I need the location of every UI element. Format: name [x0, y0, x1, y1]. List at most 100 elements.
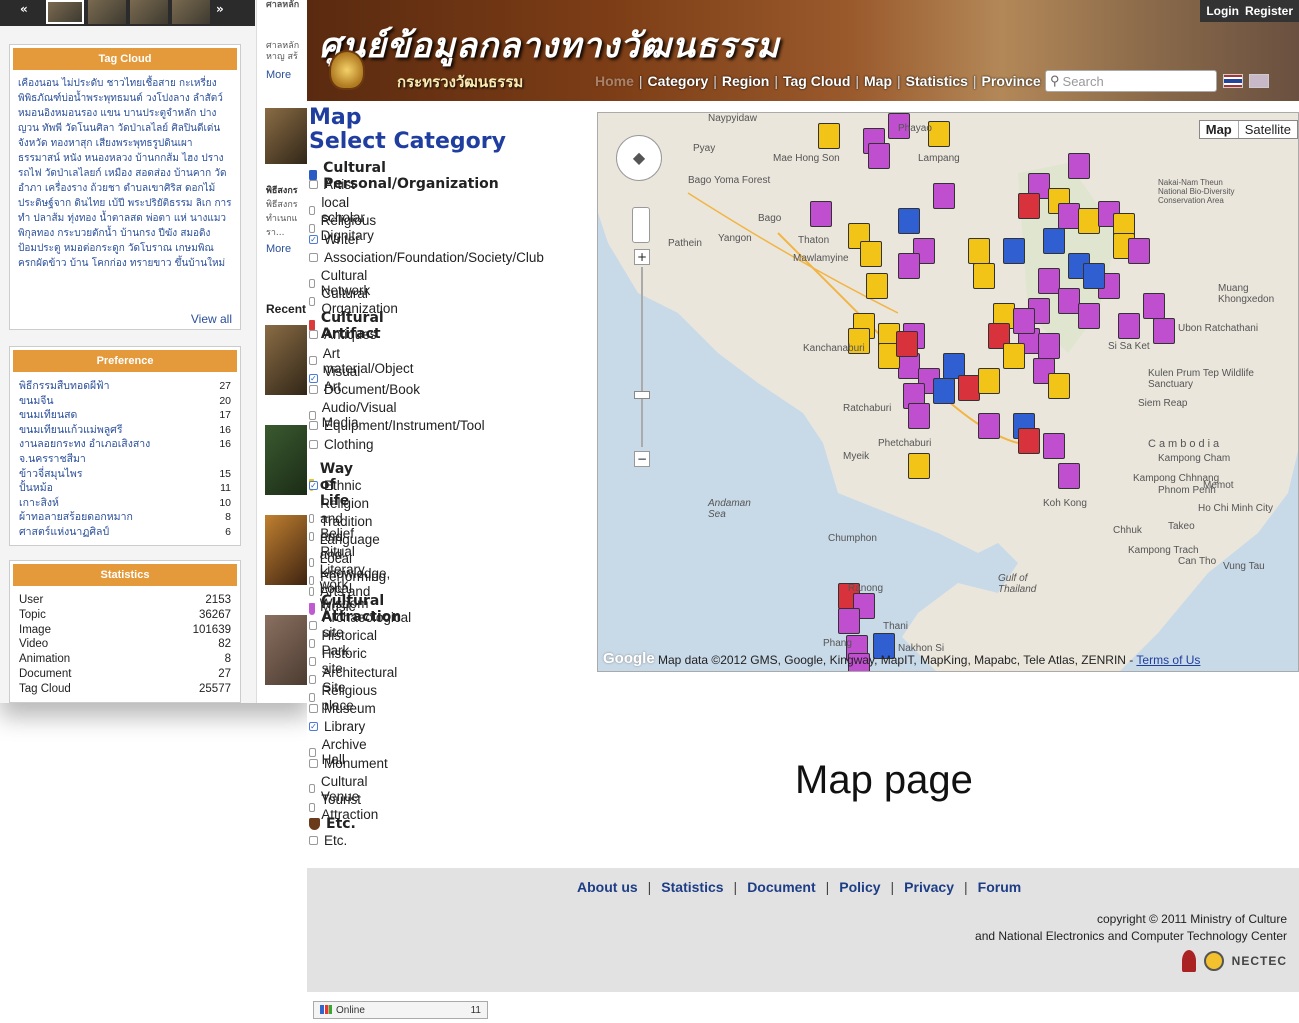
terms-of-use-link[interactable]: Terms of Us [1136, 653, 1200, 667]
map-marker[interactable] [1143, 293, 1165, 319]
footer-link-about-us[interactable]: About us [577, 879, 638, 895]
map-marker[interactable] [860, 241, 882, 267]
preference-row[interactable]: ขนมเทียนสด 17 [10, 408, 240, 423]
category-checkbox[interactable] [309, 439, 318, 449]
nav-item-region[interactable]: Region [722, 73, 769, 89]
footer-link-privacy[interactable]: Privacy [904, 879, 954, 895]
nav-item-map[interactable]: Map [864, 73, 892, 89]
category-option[interactable]: Antiques [309, 327, 377, 342]
category-checkbox[interactable]: ✓ [309, 234, 318, 244]
map-marker[interactable] [818, 123, 840, 149]
nav-item-province[interactable]: Province [982, 73, 1041, 89]
category-option[interactable]: Document/Book [309, 382, 420, 397]
news-image[interactable] [265, 325, 310, 395]
nav-item-statistics[interactable]: Statistics [906, 73, 968, 89]
category-option[interactable]: Museum [309, 701, 376, 716]
site-title[interactable]: ศูนย์ข้อมูลกลางทางวัฒนธรรม [319, 18, 780, 72]
map-marker[interactable] [1068, 153, 1090, 179]
more-link[interactable]: More [266, 69, 291, 81]
category-checkbox[interactable] [309, 180, 318, 189]
map-marker[interactable] [1118, 313, 1140, 339]
map-marker[interactable] [1128, 238, 1150, 264]
map-marker[interactable] [898, 208, 920, 234]
map-marker[interactable] [973, 263, 995, 289]
category-checkbox[interactable] [309, 836, 318, 846]
map-marker[interactable] [1038, 333, 1060, 359]
map-marker[interactable] [1018, 193, 1040, 219]
category-checkbox[interactable] [309, 385, 318, 394]
category-checkbox[interactable] [309, 802, 316, 812]
preference-row[interactable]: ข้าวจี่สมุนไพร 15 [10, 467, 240, 482]
news-image[interactable] [265, 615, 310, 685]
zoom-slider[interactable] [641, 267, 643, 447]
category-option[interactable]: ✓ Library [309, 719, 365, 734]
category-checkbox[interactable] [309, 758, 318, 768]
map-marker[interactable] [978, 413, 1000, 439]
preference-row[interactable]: ขนมจีน 20 [10, 394, 240, 409]
map-marker[interactable] [1038, 268, 1060, 294]
map-marker[interactable] [1078, 208, 1100, 234]
category-checkbox[interactable]: ✓ [309, 722, 318, 732]
map-marker[interactable] [1083, 263, 1105, 289]
preference-row[interactable]: ผ้าทอลายสร้อยดอกหมาก 8 [10, 510, 240, 525]
category-checkbox[interactable] [309, 704, 318, 713]
map-marker[interactable] [1048, 373, 1070, 399]
footer-link-policy[interactable]: Policy [839, 879, 880, 895]
zoom-out-button[interactable]: − [634, 451, 650, 467]
satellite-type-button[interactable]: Satellite [1239, 121, 1297, 138]
category-option[interactable]: Association/Foundation/Society/Club [309, 250, 544, 265]
news-image[interactable] [265, 108, 310, 164]
map-marker[interactable] [810, 201, 832, 227]
map-marker[interactable] [1003, 238, 1025, 264]
map-marker[interactable] [866, 273, 888, 299]
register-link[interactable]: Register [1245, 4, 1293, 18]
street-view-pegman-icon[interactable] [632, 207, 650, 243]
preference-row[interactable]: ปั้นหม้อ 11 [10, 481, 240, 496]
gallery-next-icon[interactable]: » [216, 2, 224, 16]
map-marker[interactable] [968, 238, 990, 264]
preference-row[interactable]: ศาสตร์แห่งนาฏศิลป์ 6 [10, 525, 240, 540]
news-image[interactable] [265, 425, 310, 495]
map-marker[interactable] [1018, 428, 1040, 454]
category-option[interactable]: ✓ Writer [309, 232, 360, 247]
category-checkbox[interactable]: ✓ [309, 480, 318, 490]
search-input[interactable]: ⚲ Search [1045, 70, 1217, 92]
category-option[interactable]: ✓ Ethnic [309, 478, 362, 493]
category-option[interactable]: Monument [309, 756, 388, 771]
gallery-thumb[interactable] [46, 0, 84, 24]
map-marker[interactable] [868, 143, 890, 169]
map-marker[interactable] [908, 403, 930, 429]
gallery-thumb[interactable] [88, 0, 126, 24]
nav-item-category[interactable]: Category [648, 73, 709, 89]
preference-row[interactable]: เกาะสิงห์ 10 [10, 496, 240, 511]
pan-control[interactable]: ◆ [616, 135, 662, 181]
preference-row[interactable]: งานลอยกระทง อำเภอเสิงสาง 16 [10, 437, 240, 452]
footer-link-document[interactable]: Document [747, 879, 815, 895]
map-marker[interactable] [1153, 318, 1175, 344]
category-checkbox[interactable] [309, 330, 318, 340]
google-logo[interactable]: Google [603, 650, 655, 667]
gallery-thumb[interactable] [130, 0, 168, 24]
map-marker[interactable] [1013, 308, 1035, 334]
map-marker[interactable] [1058, 288, 1080, 314]
map-marker[interactable] [898, 253, 920, 279]
login-link[interactable]: Login [1206, 4, 1239, 18]
map-marker[interactable] [908, 453, 930, 479]
nav-item-home[interactable]: Home [595, 73, 634, 89]
category-option[interactable]: Clothing [309, 437, 374, 452]
english-flag-icon[interactable] [1249, 74, 1269, 88]
view-all-link[interactable]: View all [191, 312, 232, 326]
category-checkbox[interactable] [309, 296, 316, 306]
map-canvas[interactable]: ◆ + − Map Satellite Naypyidaw Phayao Lampa… [597, 112, 1299, 672]
thai-flag-icon[interactable] [1223, 74, 1243, 88]
tag-cloud-text[interactable]: เคืองนอน ไม่ประดับ ชาวไทยเชื้อสาย กะเหรี… [10, 73, 240, 274]
map-marker[interactable] [933, 183, 955, 209]
gallery-prev-icon[interactable]: « [20, 2, 28, 16]
preference-row[interactable]: พิธีกรรมสืบทอดผีฟ้า 27 [10, 379, 240, 394]
map-marker[interactable] [1043, 228, 1065, 254]
nav-item-tag-cloud[interactable]: Tag Cloud [783, 73, 850, 89]
preference-row[interactable]: ขนมเทียนแก้วแม่พลูศรี 16 [10, 423, 240, 438]
category-checkbox[interactable] [309, 252, 318, 262]
map-marker[interactable] [1078, 303, 1100, 329]
preference-row[interactable]: จ.นครราชสีมา [10, 452, 240, 467]
